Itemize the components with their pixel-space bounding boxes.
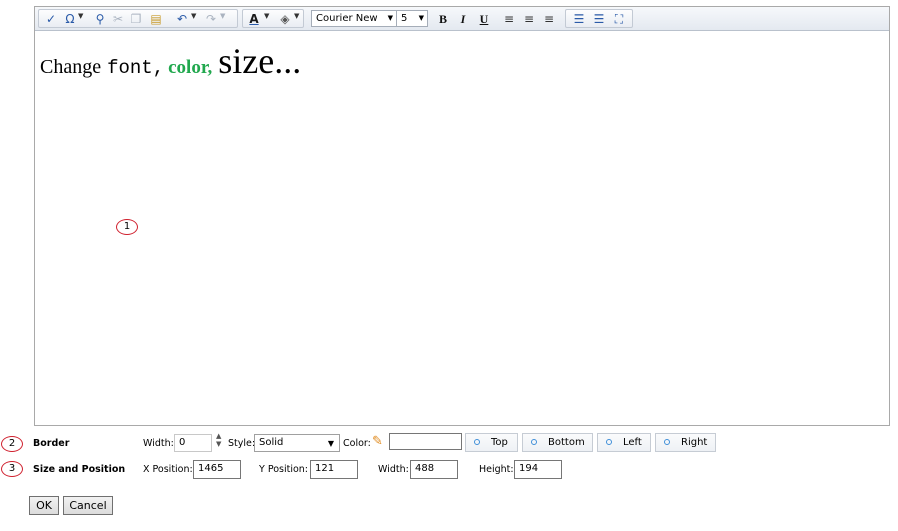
border-style-label: Style: — [228, 438, 256, 449]
radio-icon — [606, 439, 612, 445]
callout-3: 3 — [1, 461, 23, 477]
cancel-button[interactable]: Cancel — [63, 496, 113, 515]
find-icon[interactable]: ⚲ — [91, 11, 109, 27]
width-input[interactable]: 488 — [410, 460, 458, 479]
width-spinner-icon[interactable]: ▲ ▼ — [216, 432, 221, 448]
cut-icon[interactable]: ✂ — [109, 11, 127, 27]
border-color-label: Color: — [343, 438, 371, 449]
special-character-button[interactable]: Ω — [61, 11, 79, 27]
chevron-down-icon: ▼ — [327, 439, 334, 448]
border-side-top[interactable]: Top — [465, 433, 518, 452]
content-text-color: color, — [168, 57, 213, 78]
align-right-icon[interactable]: ≡ — [540, 11, 558, 27]
bold-button[interactable]: B — [434, 11, 452, 27]
font-name-value: Courier New — [316, 13, 378, 24]
border-side-label: Top — [491, 437, 508, 448]
border-side-label: Right — [681, 437, 708, 448]
border-color-input[interactable] — [389, 433, 462, 450]
y-position-label: Y Position: — [259, 464, 309, 475]
border-side-bottom[interactable]: Bottom — [522, 433, 593, 452]
height-label: Height: — [479, 464, 514, 475]
callout-1: 1 — [116, 219, 138, 235]
underline-button[interactable]: U — [475, 11, 493, 27]
content-text-change: Change — [40, 56, 102, 78]
width-label: Width: — [378, 464, 409, 475]
font-size-select[interactable]: 5 ▼ — [396, 10, 428, 27]
content-text-font: font, — [107, 57, 165, 79]
y-position-input[interactable]: 121 — [310, 460, 358, 479]
size-position-label: Size and Position — [33, 464, 126, 475]
border-side-label: Bottom — [548, 437, 585, 448]
undo-icon[interactable]: ↶ — [173, 11, 191, 27]
bulleted-list-icon[interactable]: ☰ — [590, 11, 608, 27]
border-side-label: Left — [623, 437, 642, 448]
redo-icon[interactable]: ↷ — [202, 11, 220, 27]
border-side-right[interactable]: Right — [655, 433, 716, 452]
font-color-dropdown-icon[interactable]: ▼ — [264, 12, 269, 20]
italic-button[interactable]: I — [454, 11, 472, 27]
border-side-left[interactable]: Left — [597, 433, 651, 452]
ok-button[interactable]: OK — [29, 496, 59, 515]
fullscreen-icon[interactable]: ⛶ — [610, 11, 628, 27]
editor-toolbar: ✓ Ω ▼ ⚲ ✂ ❐ ▤ ↶ ▼ ↷ ▼ A ▼ ◈ ▼ Courier Ne… — [35, 7, 889, 31]
editor-content[interactable]: Change font, color, size... — [40, 40, 302, 81]
highlight-icon[interactable]: ◈ — [276, 11, 294, 27]
x-position-label: X Position: — [143, 464, 193, 475]
height-input[interactable]: 194 — [514, 460, 562, 479]
highlight-dropdown-icon[interactable]: ▼ — [294, 12, 299, 20]
numbered-list-icon[interactable]: ☰ — [570, 11, 588, 27]
radio-icon — [474, 439, 480, 445]
undo-dropdown-icon[interactable]: ▼ — [191, 12, 196, 20]
border-style-select[interactable]: Solid ▼ — [254, 434, 340, 452]
x-position-input[interactable]: 1465 — [193, 460, 241, 479]
callout-2: 2 — [1, 436, 23, 452]
radio-icon — [531, 439, 537, 445]
align-center-icon[interactable]: ≡ — [520, 11, 538, 27]
align-left-icon[interactable]: ≡ — [500, 11, 518, 27]
font-color-button[interactable]: A — [245, 11, 263, 27]
font-name-select[interactable]: Courier New ▼ — [311, 10, 397, 27]
radio-icon — [664, 439, 670, 445]
chevron-down-icon[interactable]: ▼ — [78, 12, 83, 20]
paste-icon[interactable]: ▤ — [147, 11, 165, 27]
border-style-value: Solid — [259, 437, 284, 448]
redo-dropdown-icon[interactable]: ▼ — [220, 12, 225, 20]
border-width-input[interactable]: 0 — [174, 434, 212, 452]
copy-icon[interactable]: ❐ — [127, 11, 145, 27]
spellcheck-icon[interactable]: ✓ — [42, 11, 60, 27]
border-width-label: Width: — [143, 438, 174, 449]
border-label: Border — [33, 438, 70, 449]
chevron-down-icon: ▼ — [418, 14, 424, 22]
color-picker-icon[interactable]: ✎ — [372, 434, 383, 449]
content-text-size: size... — [218, 41, 302, 81]
font-size-value: 5 — [401, 13, 408, 24]
chevron-down-icon: ▼ — [387, 14, 393, 22]
